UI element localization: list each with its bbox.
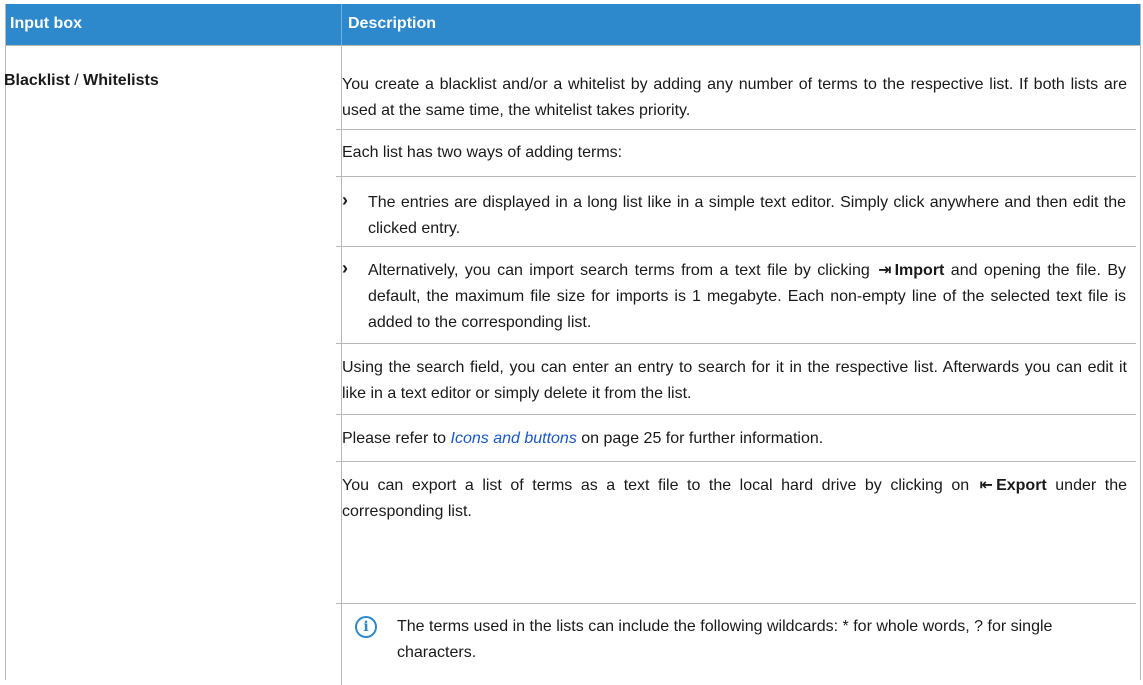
field-whitelists: Whitelists [83,72,159,89]
field-separator: / [69,72,84,89]
bullet-item-2: Alternatively, you can import search ter… [368,258,1126,336]
description-paragraph-2: Each list has two ways of adding terms: [342,144,623,161]
info-icon: i [355,616,377,638]
p4-text-end: on page 25 for further information. [576,430,824,447]
import-icon: ⇥ [878,262,892,279]
row-divider [336,246,1136,247]
bullet-item-1: The entries are displayed in a long list… [368,194,1126,237]
row-top-border [6,45,1140,46]
header-separator [341,4,342,45]
chevron-right-icon: › [342,190,348,210]
chevron-right-icon: › [342,258,348,278]
field-blacklist: Blacklist [4,72,70,89]
import-label: Import [894,262,945,279]
p5-text: You can export a list of terms as a text… [342,477,978,494]
row-divider [336,176,1136,177]
description-paragraph-1: You create a blacklist and/or a whitelis… [342,76,1127,119]
header-description: Description [348,15,437,32]
row-divider [336,343,1136,344]
icons-and-buttons-link[interactable]: Icons and buttons [451,430,577,447]
header-input-box: Input box [10,15,82,32]
note-text: The terms used in the lists can include … [397,618,1053,661]
row-divider [336,461,1136,462]
bullet-2-text: Alternatively, you can import search ter… [368,262,877,279]
table-header: Input box Description [6,4,1140,45]
export-label: Export [996,477,1047,494]
export-icon: ⇤ [979,477,994,494]
description-paragraph-5: You can export a list of terms as a text… [342,473,1127,525]
description-paragraph-4: Please refer to Icons and buttons on pag… [342,426,1127,452]
row-divider [336,129,1136,130]
p4-text: Please refer to [342,430,451,447]
description-paragraph-3: Using the search field, you can enter an… [342,359,1127,402]
row-divider [336,603,1136,604]
row-divider [336,414,1136,415]
input-box-cell: Blacklist / Whitelists [4,72,159,90]
